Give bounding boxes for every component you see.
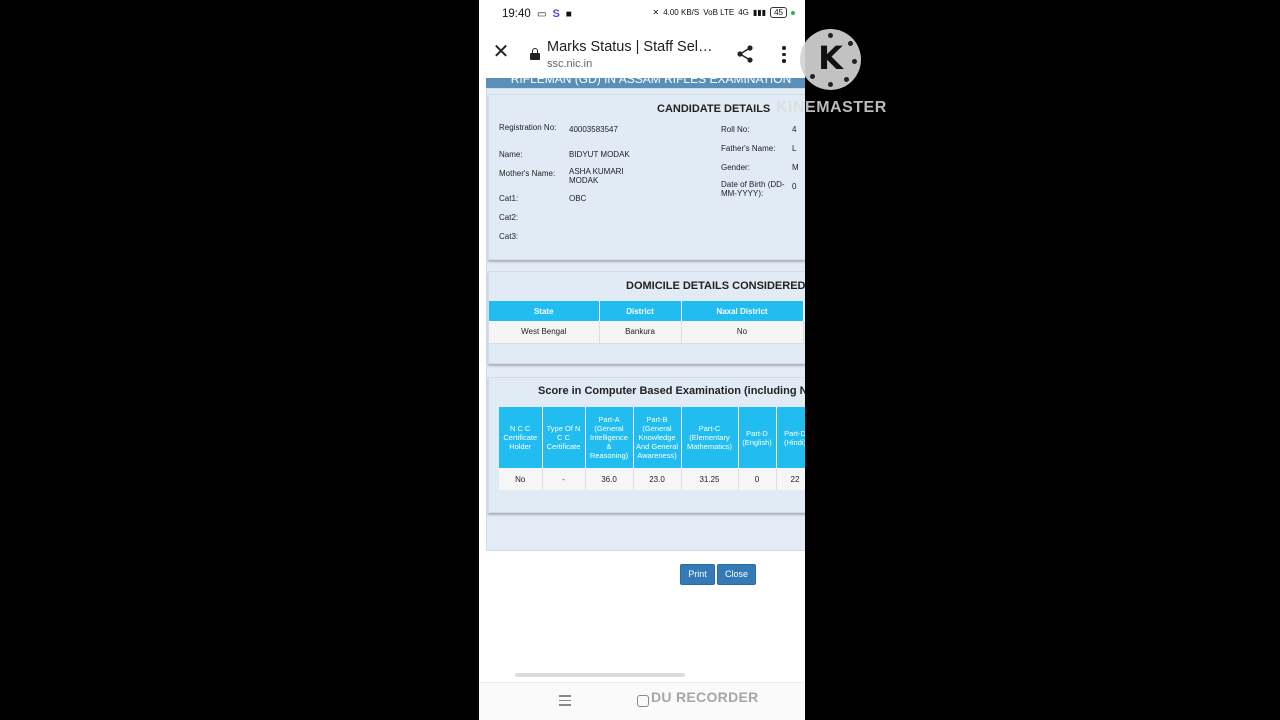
network-speed: 4.00 KB/S bbox=[663, 8, 700, 17]
header-part-b: Part-B (General Knowledge And General Aw… bbox=[633, 407, 682, 468]
header-part-c: Part-C (Elementary Mathematics) bbox=[681, 407, 739, 468]
close-button[interactable]: Close bbox=[717, 564, 756, 585]
registration-label: Registration No: bbox=[499, 123, 557, 132]
cat3-label: Cat3: bbox=[499, 232, 519, 241]
print-button[interactable]: Print bbox=[680, 564, 715, 585]
gender-label: Gender: bbox=[721, 163, 750, 172]
score-title: Score in Computer Based Examination (inc… bbox=[538, 385, 805, 397]
cell-naxal-district: No bbox=[681, 321, 804, 344]
roll-no-value: 4 bbox=[792, 125, 797, 134]
recent-apps-icon[interactable] bbox=[559, 695, 571, 707]
more-options-icon[interactable] bbox=[779, 44, 789, 64]
lock-icon[interactable] bbox=[530, 48, 540, 60]
header-part-a: Part-A (General Intelligence & Reasoning… bbox=[585, 407, 634, 468]
cat1-label: Cat1: bbox=[499, 194, 519, 203]
network-type: VoB LTE bbox=[703, 8, 735, 17]
cell-part-d-english: 0 bbox=[738, 468, 777, 490]
header-ncc-holder: N C C Certificate Holder bbox=[499, 407, 543, 468]
domicile-details-title: DOMICILE DETAILS CONSIDERED bbox=[626, 280, 805, 292]
father-name-label: Father's Name: bbox=[721, 144, 776, 153]
mother-name-value: ASHA KUMARI MODAK bbox=[569, 167, 624, 185]
header-naxal-district: Naxal District bbox=[681, 301, 804, 321]
cell-ncc-holder: No bbox=[499, 468, 543, 490]
signal-type: 4G bbox=[738, 8, 749, 17]
status-time: 19:40 bbox=[502, 8, 531, 20]
cell-state: West Bengal bbox=[489, 321, 600, 344]
cell-ncc-type: - bbox=[542, 468, 586, 490]
score-table: N C C Certificate Holder Type Of N C C C… bbox=[499, 407, 805, 490]
cat2-label: Cat2: bbox=[499, 213, 519, 222]
header-ncc-type: Type Of N C C Certificate bbox=[542, 407, 586, 468]
table-row: No - 36.0 23.0 31.25 0 22 bbox=[499, 468, 805, 490]
candidate-details-title: CANDIDATE DETAILS bbox=[657, 103, 771, 115]
privacy-dot-icon bbox=[791, 10, 795, 15]
header-part-d-english: Part-D (English) bbox=[738, 407, 777, 468]
candidate-details-card: CANDIDATE DETAILS Registration No: 40003… bbox=[488, 94, 805, 260]
score-card: Score in Computer Based Examination (inc… bbox=[488, 377, 805, 513]
cell-part-c: 31.25 bbox=[681, 468, 739, 490]
kinemaster-logo: K bbox=[800, 29, 861, 90]
cell-district: Bankura bbox=[599, 321, 682, 344]
screen: 19:40 ▭ S ■ ✕ 4.00 KB/S VoB LTE 4G ▮▮▮ 4… bbox=[0, 0, 1280, 720]
mute-icon: ✕ bbox=[652, 8, 660, 17]
domicile-table: State District Naxal District West Benga… bbox=[489, 301, 804, 344]
page-title: Marks Status | Staff Sel… bbox=[547, 39, 713, 55]
header-part-d-hindi: Part-D (Hindi) bbox=[776, 407, 805, 468]
dob-label: Date of Birth (DD-MM-YYYY): bbox=[721, 180, 785, 198]
name-label: Name: bbox=[499, 150, 523, 159]
kinemaster-watermark: KINEMASTER bbox=[776, 99, 887, 116]
mother-name-label: Mother's Name: bbox=[499, 169, 556, 178]
close-tab-icon[interactable]: ✕ bbox=[491, 42, 511, 62]
cell-part-b: 23.0 bbox=[633, 468, 682, 490]
table-row: West Bengal Bankura No bbox=[489, 321, 804, 344]
status-bar: 19:40 ▭ S ■ ✕ 4.00 KB/S VoB LTE 4G ▮▮▮ 4… bbox=[479, 0, 805, 28]
cell-part-a: 36.0 bbox=[585, 468, 634, 490]
sms-icon: ▭ bbox=[537, 8, 547, 20]
roll-no-label: Roll No: bbox=[721, 125, 750, 134]
share-icon[interactable] bbox=[735, 44, 755, 64]
battery-icon: 45 bbox=[770, 7, 787, 18]
phone-screen: 19:40 ▭ S ■ ✕ 4.00 KB/S VoB LTE 4G ▮▮▮ 4… bbox=[479, 0, 805, 720]
name-value: BIDYUT MODAK bbox=[569, 150, 630, 159]
du-recorder-watermark: DU RECORDER bbox=[651, 689, 759, 705]
cat1-value: OBC bbox=[569, 194, 587, 203]
app-notification-icon: S bbox=[552, 8, 560, 20]
browser-toolbar: ✕ Marks Status | Staff Sel… ssc.nic.in bbox=[479, 28, 805, 78]
home-icon[interactable] bbox=[637, 695, 649, 707]
domicile-details-card: DOMICILE DETAILS CONSIDERED State Distri… bbox=[488, 271, 805, 364]
gender-value: M bbox=[792, 163, 799, 172]
video-camera-icon: ■ bbox=[565, 8, 572, 20]
header-state: State bbox=[489, 301, 600, 321]
scroll-indicator bbox=[515, 673, 685, 677]
page-url[interactable]: ssc.nic.in bbox=[547, 58, 592, 70]
father-name-value: L bbox=[792, 144, 797, 153]
signal-bars-icon: ▮▮▮ bbox=[752, 8, 767, 17]
dob-value: 0 bbox=[792, 182, 797, 191]
registration-value: 40003583547 bbox=[569, 125, 618, 134]
header-district: District bbox=[599, 301, 682, 321]
web-content: RIFLEMAN (GD) IN ASSAM RIFLES EXAMINATIO… bbox=[479, 78, 805, 678]
cell-part-d-hindi: 22 bbox=[776, 468, 805, 490]
